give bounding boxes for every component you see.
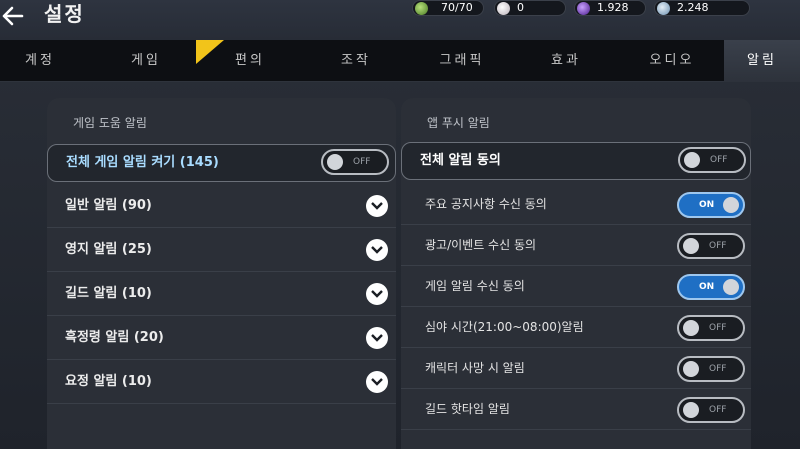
chevron-down-icon[interactable] xyxy=(366,371,388,393)
pearl-icon xyxy=(497,2,510,15)
stamina-counter[interactable]: 70/70 xyxy=(412,0,484,16)
toggle-state: ON xyxy=(699,200,715,210)
crystal-icon xyxy=(577,2,590,15)
toggle-knob xyxy=(327,154,343,170)
crystal-value: 1.928 xyxy=(597,1,629,14)
guild-hottime-notification-row[interactable]: 길드 핫타임 알림 OFF xyxy=(401,389,751,430)
ad-event-consent-toggle[interactable]: OFF xyxy=(677,233,745,259)
toggle-knob xyxy=(683,361,699,377)
settings-tab-bar: 계정 게임 편의 조작 그래픽 효과 오디오 알림 xyxy=(0,40,800,82)
guild-hottime-notification-toggle[interactable]: OFF xyxy=(677,397,745,423)
row-label: 일반 알림 (90) xyxy=(65,198,152,213)
row-label: 길드 핫타임 알림 xyxy=(425,402,510,416)
all-game-notifications-row[interactable]: 전체 게임 알림 켜기 (145) OFF xyxy=(47,144,396,182)
pearl-counter[interactable]: 0 xyxy=(494,0,566,16)
tab-graphics[interactable]: 그래픽 xyxy=(418,40,506,82)
black-spirit-notifications-row[interactable]: 흑정령 알림 (20) xyxy=(47,316,396,360)
chevron-down-icon[interactable] xyxy=(366,195,388,217)
toggle-state: OFF xyxy=(710,155,728,165)
panel-header: 게임 도움 알림 xyxy=(73,116,147,130)
toggle-knob xyxy=(684,152,700,168)
row-label: 광고/이벤트 수신 동의 xyxy=(425,238,537,252)
notice-consent-toggle[interactable]: ON xyxy=(677,192,745,218)
toggle-knob xyxy=(683,320,699,336)
toggle-knob xyxy=(683,238,699,254)
toggle-state: OFF xyxy=(709,241,727,251)
game-help-notifications-panel: 게임 도움 알림 전체 게임 알림 켜기 (145) OFF 일반 알림 (90… xyxy=(47,98,396,449)
toggle-knob xyxy=(683,402,699,418)
character-death-notification-row[interactable]: 캐릭터 사망 시 알림 OFF xyxy=(401,348,751,389)
row-label: 캐릭터 사망 시 알림 xyxy=(425,361,525,375)
agree-all-notifications-toggle[interactable]: OFF xyxy=(678,147,746,173)
tab-account[interactable]: 계정 xyxy=(0,40,80,82)
toggle-state: OFF xyxy=(709,364,727,374)
chevron-down-icon[interactable] xyxy=(366,283,388,305)
row-label: 주요 공지사항 수신 동의 xyxy=(425,197,547,211)
row-label: 요정 알림 (10) xyxy=(65,374,152,389)
game-notification-consent-row[interactable]: 게임 알림 수신 동의 ON xyxy=(401,266,751,307)
toggle-knob xyxy=(723,197,739,213)
row-label: 길드 알림 (10) xyxy=(65,286,152,301)
row-label: 심야 시간(21:00~08:00)알림 xyxy=(425,320,584,334)
agree-all-notifications-row[interactable]: 전체 알림 동의 OFF xyxy=(401,142,751,180)
row-label: 흑정령 알림 (20) xyxy=(65,330,164,345)
tab-notifications[interactable]: 알림 xyxy=(724,40,800,82)
toggle-knob xyxy=(723,279,739,295)
all-game-notifications-toggle[interactable]: OFF xyxy=(321,149,389,175)
chevron-down-icon[interactable] xyxy=(366,327,388,349)
character-death-notification-toggle[interactable]: OFF xyxy=(677,356,745,382)
silver-coin-icon xyxy=(657,2,670,15)
row-label: 전체 게임 알림 켜기 (145) xyxy=(66,155,219,170)
chevron-down-icon[interactable] xyxy=(366,239,388,261)
row-label: 게임 알림 수신 동의 xyxy=(425,279,525,293)
back-arrow-icon[interactable] xyxy=(0,4,26,28)
silver-counter[interactable]: 2.248 xyxy=(654,0,750,16)
crystal-counter[interactable]: 1.928 xyxy=(574,0,646,16)
top-bar: 설정 70/70 0 1.928 2.248 xyxy=(0,0,800,40)
game-notification-consent-toggle[interactable]: ON xyxy=(677,274,745,300)
general-notifications-row[interactable]: 일반 알림 (90) xyxy=(47,184,396,228)
row-label: 전체 알림 동의 xyxy=(420,153,501,168)
app-push-notifications-panel: 앱 푸시 알림 전체 알림 동의 OFF 주요 공지사항 수신 동의 ON 광고… xyxy=(401,98,751,449)
toggle-state: OFF xyxy=(353,157,371,167)
toggle-state: OFF xyxy=(709,405,727,415)
tab-effects[interactable]: 효과 xyxy=(524,40,608,82)
pearl-value: 0 xyxy=(517,1,524,14)
silver-value: 2.248 xyxy=(677,1,709,14)
new-badge-icon xyxy=(196,40,224,64)
tab-game[interactable]: 게임 xyxy=(104,40,188,82)
panel-header: 앱 푸시 알림 xyxy=(427,116,490,130)
page-title: 설정 xyxy=(44,2,85,26)
fairy-notifications-row[interactable]: 요정 알림 (10) xyxy=(47,360,396,404)
toggle-state: OFF xyxy=(709,323,727,333)
guild-notifications-row[interactable]: 길드 알림 (10) xyxy=(47,272,396,316)
late-night-notification-toggle[interactable]: OFF xyxy=(677,315,745,341)
row-label: 영지 알림 (25) xyxy=(65,242,152,257)
toggle-state: ON xyxy=(699,282,715,292)
tab-controls[interactable]: 조작 xyxy=(314,40,398,82)
stamina-value: 70/70 xyxy=(441,1,473,14)
tab-audio[interactable]: 오디오 xyxy=(628,40,716,82)
ad-event-consent-row[interactable]: 광고/이벤트 수신 동의 OFF xyxy=(401,225,751,266)
late-night-notification-row[interactable]: 심야 시간(21:00~08:00)알림 OFF xyxy=(401,307,751,348)
territory-notifications-row[interactable]: 영지 알림 (25) xyxy=(47,228,396,272)
notice-consent-row[interactable]: 주요 공지사항 수신 동의 ON xyxy=(401,184,751,225)
stamina-icon xyxy=(415,2,428,15)
